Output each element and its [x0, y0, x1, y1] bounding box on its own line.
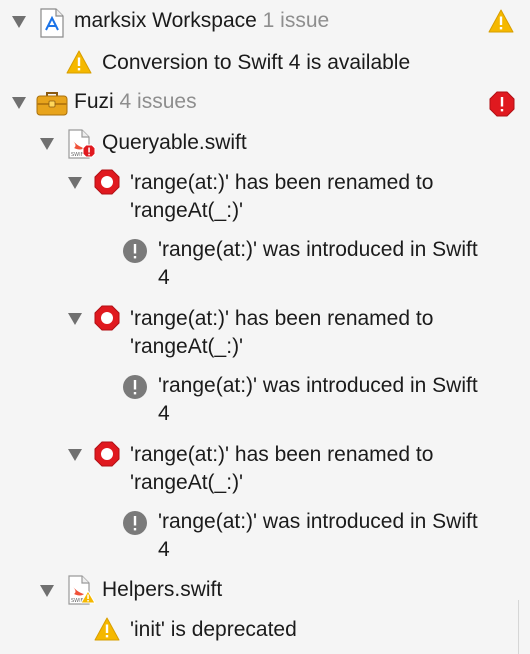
issue-row-note[interactable]: 'range(at:)' was introduced in Swift 4	[0, 506, 530, 568]
issue-row-error[interactable]: 'range(at:)' has been renamed to 'rangeA…	[0, 166, 530, 228]
issue-row-error[interactable]: 'range(at:)' has been renamed to 'rangeA…	[0, 302, 530, 364]
issue-row-warning[interactable]: 'init' is deprecated	[0, 614, 530, 646]
error-icon	[94, 169, 120, 200]
workspace-issue-count: 1 issue	[262, 9, 330, 32]
disclosure-triangle-icon[interactable]	[40, 585, 54, 597]
swift-file-icon: SWIFT	[66, 575, 96, 612]
warning-icon	[94, 617, 120, 646]
note-icon	[122, 374, 148, 405]
issue-message: 'range(at:)' was introduced in Swift 4	[158, 374, 478, 425]
disclosure-triangle-icon[interactable]	[68, 449, 82, 461]
disclosure-triangle-icon[interactable]	[40, 138, 54, 150]
issue-row-error[interactable]: 'range(at:)' has been renamed to 'rangeA…	[0, 438, 530, 500]
toolbox-project-icon	[36, 90, 68, 121]
issue-row-note[interactable]: 'range(at:)' was introduced in Swift 4	[0, 370, 530, 432]
issue-message: 'range(at:)' was introduced in Swift 4	[158, 238, 478, 289]
disclosure-triangle-icon[interactable]	[12, 16, 26, 28]
file-name: Helpers.swift	[102, 578, 223, 601]
warning-icon	[66, 50, 92, 79]
swift-file-icon: SWIFT	[66, 129, 96, 166]
file-row[interactable]: SWIFT Queryable.swift	[0, 127, 530, 161]
issue-message: 'range(at:)' has been renamed to 'rangeA…	[130, 443, 434, 494]
issue-message: 'range(at:)' was introduced in Swift 4	[158, 510, 478, 561]
issue-message: 'range(at:)' has been renamed to 'rangeA…	[130, 307, 434, 358]
project-name: Fuzi	[74, 90, 114, 113]
workspace-name: marksix Workspace	[74, 9, 257, 32]
issue-message: 'range(at:)' has been renamed to 'rangeA…	[130, 171, 434, 222]
project-issue-count: 4 issues	[119, 90, 197, 113]
issue-message: 'init' is deprecated	[130, 618, 297, 641]
error-icon	[489, 91, 515, 122]
disclosure-triangle-icon[interactable]	[12, 97, 26, 109]
disclosure-triangle-icon[interactable]	[68, 313, 82, 325]
workspace-row[interactable]: marksix Workspace 1 issue	[0, 6, 530, 38]
file-name: Queryable.swift	[102, 131, 247, 154]
issue-row-note[interactable]: 'range(at:)' was introduced in Swift 4	[0, 234, 530, 296]
issue-row-warning[interactable]: Conversion to Swift 4 is available	[0, 47, 530, 79]
note-icon	[122, 510, 148, 541]
scroll-divider	[518, 600, 519, 654]
disclosure-triangle-icon[interactable]	[68, 177, 82, 189]
error-icon	[94, 441, 120, 472]
warning-icon	[488, 9, 514, 38]
error-icon	[94, 305, 120, 336]
note-icon	[122, 238, 148, 269]
project-row[interactable]: Fuzi 4 issues	[0, 87, 530, 119]
xcode-workspace-icon	[38, 8, 66, 43]
issue-message: Conversion to Swift 4 is available	[102, 51, 411, 74]
file-row[interactable]: SWIFT Helpers.swift	[0, 574, 530, 608]
issue-navigator: marksix Workspace 1 issue Conversion to …	[0, 0, 530, 654]
